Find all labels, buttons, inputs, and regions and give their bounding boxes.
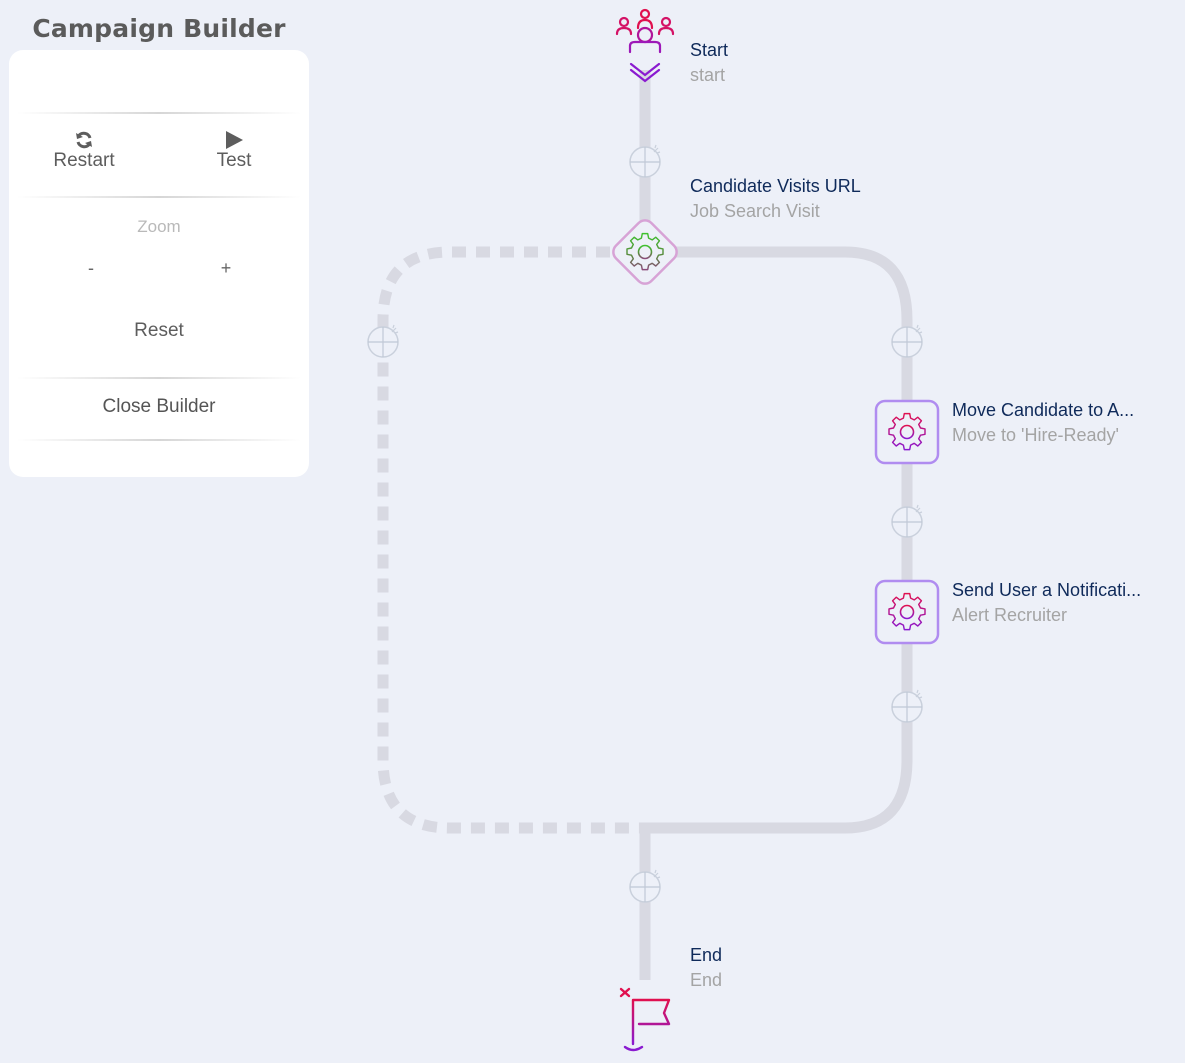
node-subtitle: Job Search Visit (690, 201, 820, 221)
close-builder-button[interactable]: Close Builder (9, 396, 309, 418)
zoom-out-button[interactable]: - (71, 258, 111, 279)
zoom-in-button[interactable]: + (206, 258, 246, 279)
reset-zoom-button[interactable]: Reset (9, 320, 309, 342)
node-title: Start (690, 40, 729, 60)
refresh-icon (29, 128, 139, 150)
divider (17, 112, 301, 114)
test-button[interactable]: Test (179, 128, 289, 172)
node-title: Send User a Notificati... (952, 580, 1142, 600)
restart-label: Restart (53, 150, 115, 171)
node-title: Candidate Visits URL (690, 176, 861, 196)
node-subtitle: start (690, 65, 726, 85)
add-step-button[interactable] (367, 324, 399, 358)
panel-title: Campaign Builder (32, 14, 286, 43)
divider (17, 196, 301, 198)
zoom-label: Zoom (137, 217, 181, 236)
action2-node-label: Send User a Notificati... Alert Recruite… (952, 580, 1141, 626)
add-step-button[interactable] (891, 689, 923, 723)
restart-button[interactable]: Restart (29, 128, 139, 172)
play-icon (179, 128, 289, 150)
node-title: End (690, 945, 723, 965)
node-subtitle: Alert Recruiter (952, 605, 1068, 625)
add-step-button[interactable] (891, 504, 923, 538)
test-label: Test (216, 150, 252, 171)
divider (17, 377, 301, 379)
action-node-move-candidate[interactable] (874, 399, 940, 465)
divider (17, 439, 301, 441)
trigger-node[interactable] (610, 217, 681, 288)
start-node-label: Start start (690, 40, 728, 86)
add-step-button[interactable] (629, 869, 661, 903)
campaign-builder-panel: Campaign Builder Restart Test Zoom - + R… (9, 14, 309, 477)
action1-node-label: Move Candidate to A... Move to 'Hire-Rea… (952, 400, 1134, 446)
node-subtitle: Move to 'Hire-Ready' (952, 425, 1119, 445)
node-title: Move Candidate to A... (952, 400, 1135, 420)
action-node-send-notification[interactable] (874, 579, 940, 645)
add-step-button[interactable] (891, 324, 923, 358)
flag-icon[interactable] (619, 987, 671, 1052)
flow-path-branch (377, 246, 640, 834)
end-node-label: End End (690, 945, 722, 991)
node-subtitle: End (690, 970, 723, 990)
trigger-node-label: Candidate Visits URL Job Search Visit (690, 176, 861, 222)
add-step-button[interactable] (629, 144, 661, 178)
